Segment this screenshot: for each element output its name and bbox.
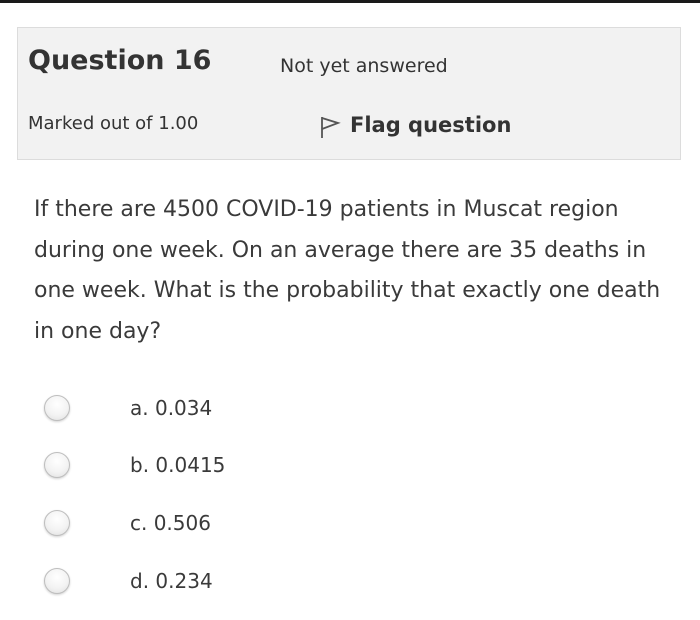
answer-label-c: c. 0.506 <box>130 511 211 535</box>
answer-option-d[interactable]: d. 0.234 <box>44 568 213 594</box>
top-divider <box>0 0 700 3</box>
answer-label-d: d. 0.234 <box>130 569 213 593</box>
question-info-panel: Question 16 Not yet answered Marked out … <box>17 27 681 160</box>
answer-option-a[interactable]: a. 0.034 <box>44 395 212 421</box>
flag-icon <box>321 117 341 138</box>
answer-option-c[interactable]: c. 0.506 <box>44 510 211 536</box>
flag-question-label: Flag question <box>350 113 512 137</box>
question-state: Not yet answered <box>280 55 448 77</box>
question-number: Question 16 <box>28 45 212 76</box>
answer-option-b[interactable]: b. 0.0415 <box>44 452 225 478</box>
radio-button-a[interactable] <box>44 395 70 421</box>
radio-button-b[interactable] <box>44 452 70 478</box>
question-grade: Marked out of 1.00 <box>28 113 199 134</box>
question-text: If there are 4500 COVID-19 patients in M… <box>34 197 661 344</box>
flag-question-button[interactable]: Flag question <box>318 110 511 140</box>
radio-button-c[interactable] <box>44 510 70 536</box>
answer-label-a: a. 0.034 <box>130 396 213 420</box>
answer-label-b: b. 0.0415 <box>130 453 226 477</box>
radio-button-d[interactable] <box>44 568 70 594</box>
